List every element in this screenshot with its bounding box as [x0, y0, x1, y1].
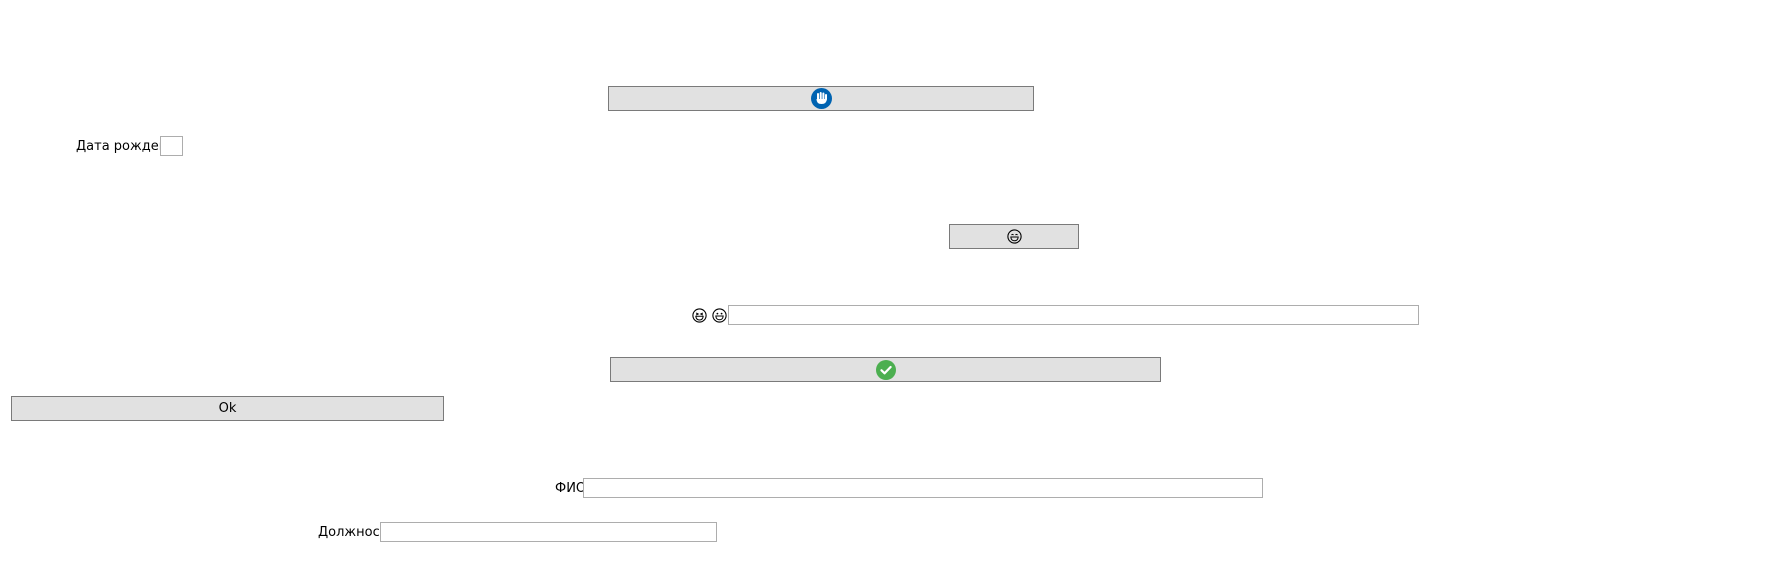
birth-date-field[interactable]	[160, 136, 183, 156]
emoji-button[interactable]	[949, 224, 1079, 249]
hand-stop-icon	[810, 88, 832, 109]
grinning-face-icon	[1006, 229, 1022, 244]
grinning-face-icon	[712, 308, 727, 323]
fio-input[interactable]	[583, 478, 1263, 498]
confirm-button[interactable]	[610, 357, 1161, 382]
grinning-squint-face-icon	[692, 308, 707, 323]
position-input[interactable]	[380, 522, 717, 542]
check-icon	[875, 359, 896, 380]
hand-icon-button[interactable]	[608, 86, 1034, 111]
fio-label: ФИО	[555, 481, 587, 496]
ok-button[interactable]: Ok	[11, 396, 444, 421]
emoji-text-input[interactable]	[728, 305, 1419, 325]
ok-button-label: Ok	[218, 401, 237, 416]
